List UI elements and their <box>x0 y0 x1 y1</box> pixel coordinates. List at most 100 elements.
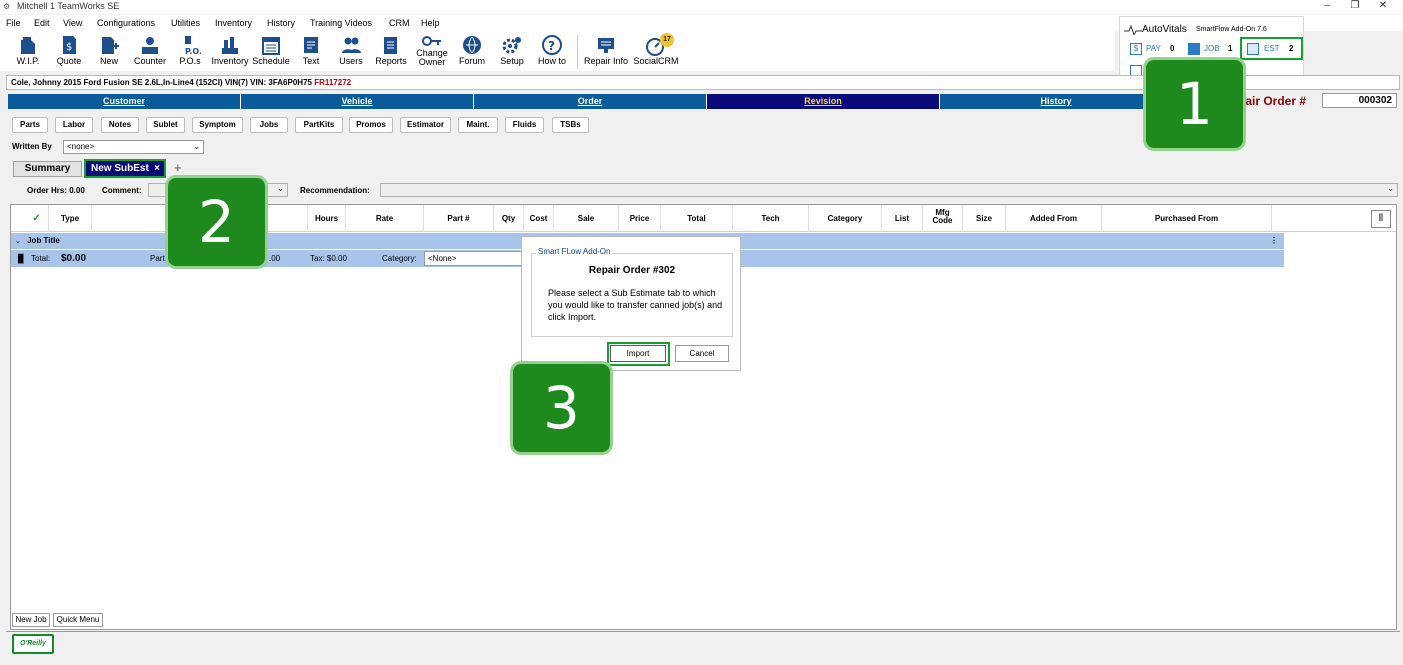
svg-text:$: $ <box>66 42 72 53</box>
reports-icon <box>384 37 397 54</box>
menu-configurations[interactable]: Configurations <box>97 18 155 28</box>
col-total[interactable]: Total <box>661 205 733 232</box>
toolbar-how-to-button[interactable]: ? How to <box>530 34 574 72</box>
col-category[interactable]: Category <box>809 205 882 232</box>
dialog-title: Repair Order #302 <box>588 265 676 276</box>
add-tab-button[interactable]: + <box>174 160 182 175</box>
check-column-icon[interactable]: ✓ <box>25 205 49 232</box>
col-part-number[interactable]: Part # <box>424 205 494 232</box>
category-select[interactable]: <None> <box>424 251 522 266</box>
toolbar-repair-info-button[interactable]: Repair Info <box>584 34 628 72</box>
menu-crm[interactable]: CRM <box>389 18 410 28</box>
toolbar-new-button[interactable]: New <box>87 34 131 72</box>
toolbar-social-crm-button[interactable]: 17 SocialCRM <box>632 33 680 72</box>
col-rate[interactable]: Rate <box>346 205 424 232</box>
toolbar-reports-button[interactable]: Reports <box>369 34 413 72</box>
toolbar-text-button[interactable]: Text <box>289 34 333 72</box>
jobs-button[interactable]: Jobs <box>250 117 288 133</box>
oreilly-logo[interactable]: O'Reilly <box>12 634 54 654</box>
menu-inventory[interactable]: Inventory <box>215 18 252 28</box>
app-icon: ⚙ <box>3 2 11 11</box>
est-label: EST <box>1264 44 1280 53</box>
toolbar-setup-button[interactable]: Setup <box>490 34 534 72</box>
col-size[interactable]: Size <box>963 205 1006 232</box>
labor-button[interactable]: Labor <box>55 117 93 133</box>
toolbar-pos-button[interactable]: P.O. P.O.s <box>168 34 212 72</box>
menu-history[interactable]: History <box>267 18 295 28</box>
tab-history[interactable]: History <box>940 94 1173 109</box>
col-purchased-from[interactable]: Purchased From <box>1102 205 1272 232</box>
tab-order[interactable]: Order <box>474 94 707 109</box>
col-mfg-code[interactable]: Mfg Code <box>923 205 963 232</box>
estimator-button[interactable]: Estimator <box>400 117 451 133</box>
tab-revision[interactable]: Revision <box>707 94 940 109</box>
maint-button[interactable]: Maint. <box>458 117 498 133</box>
footer-bar <box>6 631 1400 665</box>
tab-new-subest[interactable]: New SubEst × <box>84 159 166 178</box>
job-label[interactable]: JOB <box>1204 44 1220 53</box>
col-hours[interactable]: Hours <box>308 205 346 232</box>
cancel-button[interactable]: Cancel <box>675 345 729 362</box>
autovitals-pulse-icon <box>1124 25 1142 35</box>
column-chooser-icon[interactable]: ⦀ <box>1371 210 1391 228</box>
job-icon <box>1188 43 1200 55</box>
col-qty[interactable]: Qty <box>494 205 524 232</box>
menu-training-videos[interactable]: Training Videos <box>310 18 372 28</box>
chevron-down-icon: ⌄ <box>1387 184 1394 193</box>
menu-edit[interactable]: Edit <box>34 18 50 28</box>
tab-customer[interactable]: Customer <box>8 94 241 109</box>
close-window-button[interactable]: ✕ <box>1363 0 1403 14</box>
menu-file[interactable]: File <box>6 18 21 28</box>
parts-total-value: .00 <box>269 254 281 263</box>
notes-button[interactable]: Notes <box>101 117 139 133</box>
est-highlight[interactable]: EST 2 <box>1240 37 1303 60</box>
svg-text:P.O.: P.O. <box>185 47 201 56</box>
col-list[interactable]: List <box>882 205 923 232</box>
menu-view[interactable]: View <box>63 18 82 28</box>
toolbar-users-button[interactable]: Users <box>329 34 373 72</box>
tab-vehicle[interactable]: Vehicle <box>241 94 474 109</box>
menu-help[interactable]: Help <box>421 18 440 28</box>
col-added-from[interactable]: Added From <box>1006 205 1102 232</box>
forum-icon <box>463 36 481 54</box>
toolbar-schedule-button[interactable]: Schedule <box>249 34 293 72</box>
menu-utilities[interactable]: Utilities <box>171 18 200 28</box>
tab-summary[interactable]: Summary <box>13 161 82 177</box>
toolbar-forum-button[interactable]: Forum <box>450 34 494 72</box>
chevron-down-icon: ⌄ <box>193 142 200 151</box>
tsbs-button[interactable]: TSBs <box>552 117 589 133</box>
quick-menu-button[interactable]: Quick Menu <box>53 613 103 627</box>
row-menu-icon[interactable]: ⋮ <box>1270 233 1278 249</box>
col-cost[interactable]: Cost <box>524 205 554 232</box>
toolbar-wip-button[interactable]: W.I.P. <box>6 34 50 72</box>
toolbar-counter-button[interactable]: Counter <box>128 34 172 72</box>
col-price[interactable]: Price <box>619 205 661 232</box>
col-tech[interactable]: Tech <box>733 205 809 232</box>
symptom-button[interactable]: Symptom <box>192 117 243 133</box>
step-callout-2: 2 <box>165 175 268 269</box>
promos-button[interactable]: Promos <box>349 117 393 133</box>
toolbar-quote-button[interactable]: $ Quote <box>47 34 91 72</box>
written-by-select[interactable]: <none> ⌄ <box>63 140 204 154</box>
users-icon <box>342 37 361 53</box>
col-type[interactable]: Type <box>49 205 92 232</box>
dialog-message: Please select a Sub Estimate tab to whic… <box>548 288 723 322</box>
svg-text:?: ? <box>548 39 555 53</box>
po-icon: P.O. <box>185 36 201 56</box>
wip-icon <box>21 37 35 54</box>
close-tab-icon[interactable]: × <box>154 161 160 176</box>
col-sale[interactable]: Sale <box>554 205 619 232</box>
toolbar-change-owner-button[interactable]: Change Owner <box>410 34 454 74</box>
partkits-button[interactable]: PartKits <box>295 117 343 133</box>
fluids-button[interactable]: Fluids <box>505 117 544 133</box>
pay-label[interactable]: PAY <box>1146 44 1161 53</box>
import-button[interactable]: Import <box>610 345 666 362</box>
toolbar-inventory-button[interactable]: Inventory <box>208 34 252 72</box>
sublet-button[interactable]: Sublet <box>146 117 185 133</box>
bar-chart-icon: ▐▌ <box>15 254 27 263</box>
parts-button[interactable]: Parts <box>12 117 48 133</box>
new-job-button[interactable]: New Job <box>12 613 50 627</box>
toolbar-separator <box>577 35 578 69</box>
collapse-icon[interactable]: ⌄ <box>15 238 21 245</box>
recommendation-select[interactable]: ⌄ <box>380 183 1398 197</box>
